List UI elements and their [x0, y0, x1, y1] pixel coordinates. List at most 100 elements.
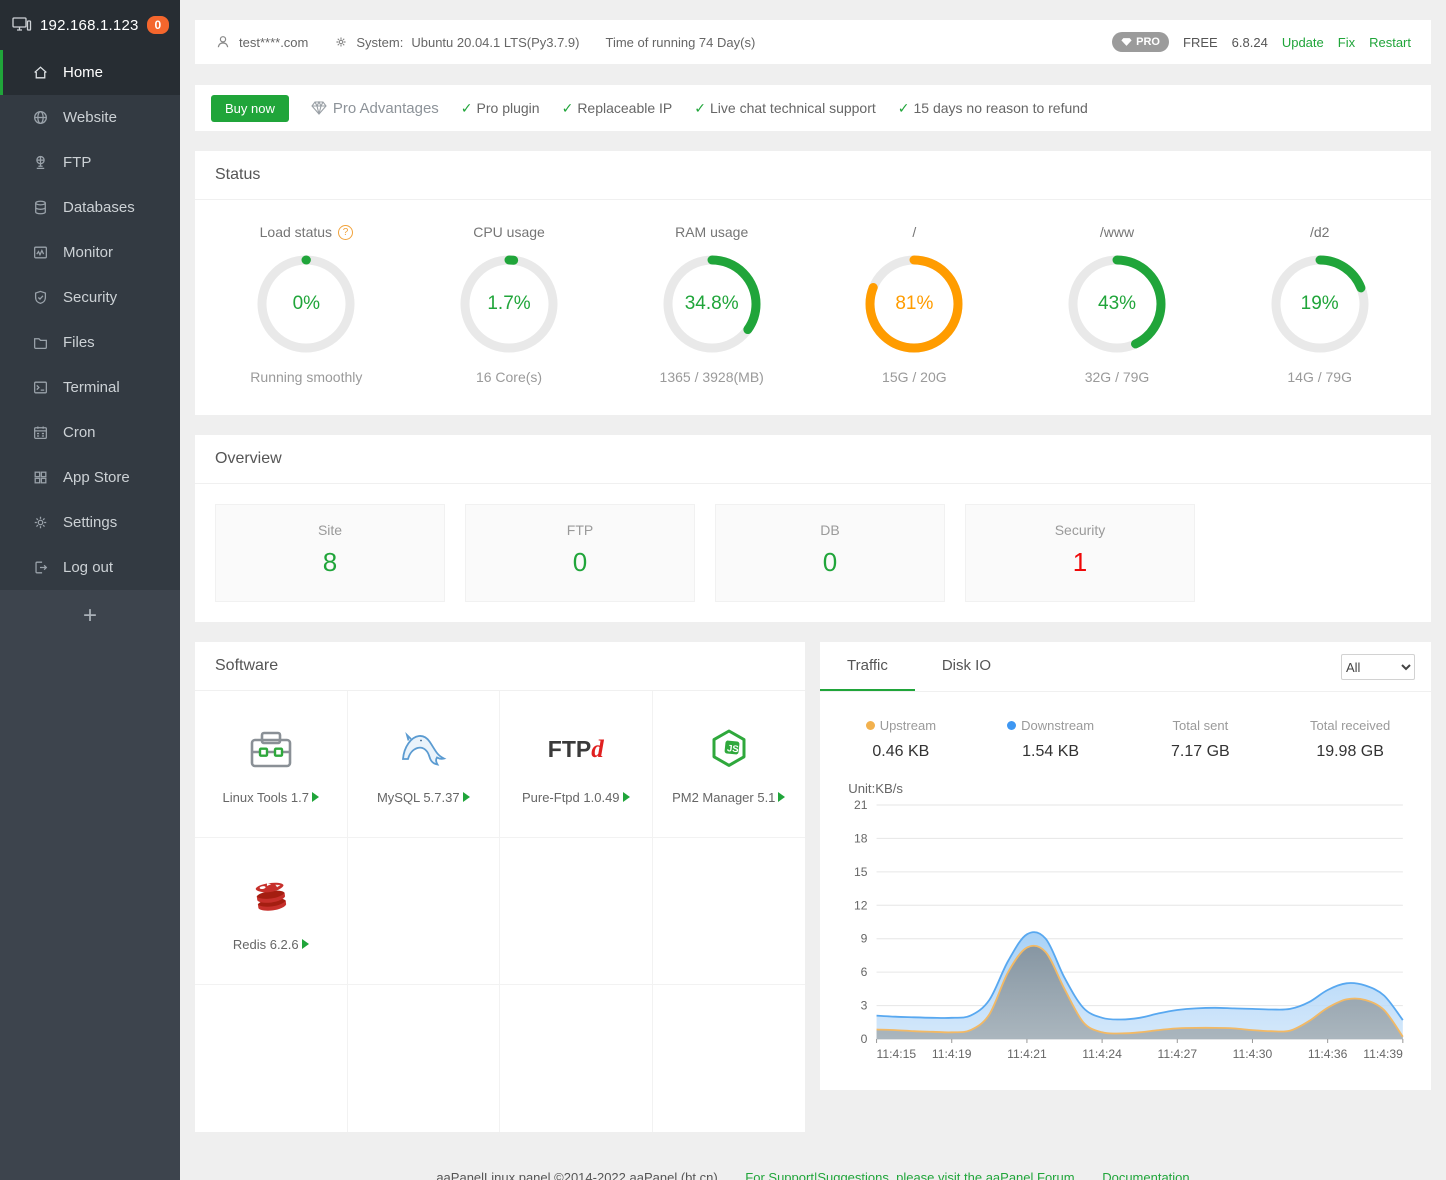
globe-icon [32, 109, 49, 126]
overview-card-site[interactable]: Site 8 [215, 504, 445, 602]
svg-text:9: 9 [861, 932, 868, 946]
sidebar-item-files[interactable]: Files [0, 320, 180, 365]
sidebar-item-label: Files [63, 334, 95, 351]
status-gauges: Load status? 0% Running smoothly CPU usa… [195, 200, 1431, 415]
overview-title: Overview [195, 435, 1431, 484]
forum-link[interactable]: For Support|Suggestions, please visit th… [745, 1170, 1074, 1180]
traffic-chart: Unit:KB/s03691215182111:4:1511:4:1911:4:… [820, 765, 1431, 1090]
play-icon [623, 792, 630, 802]
gauge-load-status: Load status? 0% Running smoothly [205, 224, 408, 385]
software-item-pure-ftpd[interactable]: FTPd Pure-Ftpd 1.0.49 [500, 691, 653, 838]
sidebar-item-website[interactable]: Website [0, 95, 180, 140]
user-icon [215, 34, 231, 50]
stat-downstream: Downstream 1.54 KB [976, 718, 1126, 761]
sidebar-item-databases[interactable]: Databases [0, 185, 180, 230]
fix-link[interactable]: Fix [1338, 35, 1355, 50]
copyright: aaPanelLinux panel ©2014-2022 aaPanel (b… [436, 1170, 717, 1180]
sidebar-item-label: Databases [63, 199, 135, 216]
svg-text:3: 3 [861, 999, 868, 1013]
svg-text:JS: JS [726, 743, 739, 755]
software-item-linux-tools[interactable]: Linux Tools 1.7 [195, 691, 348, 838]
mysql-dolphin-icon [397, 724, 449, 776]
svg-text:11:4:15: 11:4:15 [877, 1047, 917, 1061]
svg-text:11:4:21: 11:4:21 [1007, 1047, 1047, 1061]
ftp-icon [32, 154, 49, 171]
downstream-dot-icon [1007, 721, 1016, 730]
overview-card-security[interactable]: Security 1 [965, 504, 1195, 602]
stat-total-sent: Total sent 7.17 GB [1126, 718, 1276, 761]
check-icon: ✓ [898, 100, 910, 117]
feature-replaceable-ip: ✓Replaceable IP [562, 100, 673, 117]
sidebar-item-logout[interactable]: Log out [0, 545, 180, 590]
gauge-ram-usage: RAM usage 34.8% 1365 / 3928(MB) [610, 224, 813, 385]
svg-text:11:4:39: 11:4:39 [1363, 1047, 1403, 1061]
app-root: 192.168.1.123 0 Home Website FTP Databas… [0, 0, 1446, 1180]
edition-label: FREE [1183, 35, 1218, 50]
play-icon [463, 792, 470, 802]
sidebar-item-label: Cron [63, 424, 96, 441]
sidebar-item-terminal[interactable]: Terminal [0, 365, 180, 410]
software-title: Software [195, 642, 805, 691]
feature-refund: ✓15 days no reason to refund [898, 100, 1088, 117]
gauge-disk-d2: /d2 19% 14G / 79G [1218, 224, 1421, 385]
documentation-link[interactable]: Documentation [1102, 1170, 1189, 1180]
traffic-range-select[interactable]: All [1341, 654, 1415, 680]
sidebar-item-app-store[interactable]: App Store [0, 455, 180, 500]
sidebar-item-label: Security [63, 289, 117, 306]
page-footer: aaPanelLinux panel ©2014-2022 aaPanel (b… [195, 1158, 1431, 1180]
sidebar-item-monitor[interactable]: Monitor [0, 230, 180, 275]
update-link[interactable]: Update [1282, 35, 1324, 50]
sidebar-item-settings[interactable]: Settings [0, 500, 180, 545]
buy-now-button[interactable]: Buy now [211, 95, 289, 122]
sidebar-add-button[interactable]: + [0, 590, 180, 630]
software-item-redis[interactable]: Redis 6.2.6 [195, 838, 348, 985]
software-item-pm2[interactable]: JS PM2 Manager 5.1 [653, 691, 806, 838]
software-empty-cell [653, 838, 806, 985]
overview-card-ftp[interactable]: FTP 0 [465, 504, 695, 602]
help-icon[interactable]: ? [338, 225, 353, 240]
play-icon [302, 939, 309, 949]
status-section: Status Load status? 0% Running smoothly … [195, 151, 1431, 415]
calendar-icon [32, 424, 49, 441]
uptime: Time of running 74 Day(s) [605, 35, 755, 50]
sidebar-item-ftp[interactable]: FTP [0, 140, 180, 185]
sidebar-item-label: Monitor [63, 244, 113, 261]
pro-badge[interactable]: PRO [1112, 32, 1169, 52]
overview-section: Overview Site 8 FTP 0 DB 0 Security 1 [195, 435, 1431, 622]
software-empty-cell [500, 985, 653, 1132]
system-label: System: [356, 35, 403, 50]
overview-card-db[interactable]: DB 0 [715, 504, 945, 602]
svg-text:18: 18 [854, 831, 868, 845]
sidebar-item-label: Settings [63, 514, 117, 531]
software-item-mysql[interactable]: MySQL 5.7.37 [348, 691, 501, 838]
feature-pro-plugin: ✓Pro plugin [461, 100, 540, 117]
sidebar-item-home[interactable]: Home [0, 50, 180, 95]
sidebar-item-label: Website [63, 109, 117, 126]
tab-disk-io[interactable]: Disk IO [915, 642, 1018, 691]
sidebar-item-cron[interactable]: Cron [0, 410, 180, 455]
traffic-stats: Upstream 0.46 KB Downstream 1.54 KB Tota… [820, 692, 1431, 765]
sidebar-item-label: FTP [63, 154, 91, 171]
sidebar-item-security[interactable]: Security [0, 275, 180, 320]
username[interactable]: test****.com [239, 35, 308, 50]
svg-text:15: 15 [854, 865, 868, 879]
server-ip: 192.168.1.123 [40, 17, 139, 34]
database-icon [32, 199, 49, 216]
message-count-badge[interactable]: 0 [147, 16, 170, 34]
svg-text:12: 12 [854, 898, 868, 912]
restart-link[interactable]: Restart [1369, 35, 1411, 50]
tab-traffic[interactable]: Traffic [820, 642, 915, 691]
shield-icon [32, 289, 49, 306]
gauge-disk-www: /www 43% 32G / 79G [1016, 224, 1219, 385]
monitor-icon [32, 244, 49, 261]
upstream-dot-icon [866, 721, 875, 730]
nodejs-hexagon-icon: JS [708, 724, 750, 776]
system-value: Ubuntu 20.04.1 LTS(Py3.7.9) [411, 35, 579, 50]
toolbox-icon [248, 724, 294, 776]
software-empty-cell [348, 985, 501, 1132]
sidebar-menu: Home Website FTP Databases Monitor Secur… [0, 50, 180, 590]
app-grid-icon [32, 469, 49, 486]
logout-icon [32, 559, 49, 576]
svg-text:11:4:36: 11:4:36 [1308, 1047, 1348, 1061]
gear-icon [32, 514, 49, 531]
